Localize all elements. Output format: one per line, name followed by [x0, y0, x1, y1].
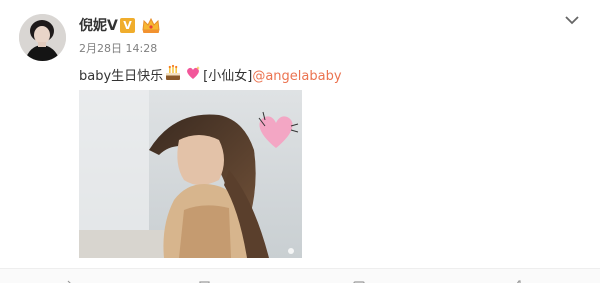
repost-icon[interactable] — [198, 277, 212, 283]
post-photo[interactable] — [79, 90, 302, 258]
post-timestamp[interactable]: 2月28日 14:28 — [79, 42, 157, 56]
post-text: baby生日快乐 [小仙女]@angelababy — [79, 64, 342, 89]
share-icon[interactable] — [62, 277, 76, 283]
verified-badge[interactable]: V — [120, 18, 135, 33]
action-bar — [0, 268, 600, 283]
post-text-body: baby生日快乐 — [79, 69, 164, 84]
username[interactable]: 倪妮V — [79, 17, 118, 35]
emoji-tag-fairy: [小仙女] — [203, 69, 253, 84]
comment-icon[interactable] — [352, 277, 366, 283]
sparkling-heart-emoji — [184, 64, 202, 89]
chevron-down-icon[interactable] — [563, 12, 581, 31]
like-icon[interactable] — [512, 277, 526, 283]
crown-icon[interactable] — [141, 16, 161, 38]
mention-link[interactable]: @angelababy — [252, 69, 341, 84]
birthday-cake-emoji — [164, 64, 182, 89]
weibo-post-card: 倪妮V V 2月28日 14:28 baby生日快乐 [小仙女]@angelab… — [0, 0, 600, 283]
avatar[interactable] — [19, 14, 66, 61]
